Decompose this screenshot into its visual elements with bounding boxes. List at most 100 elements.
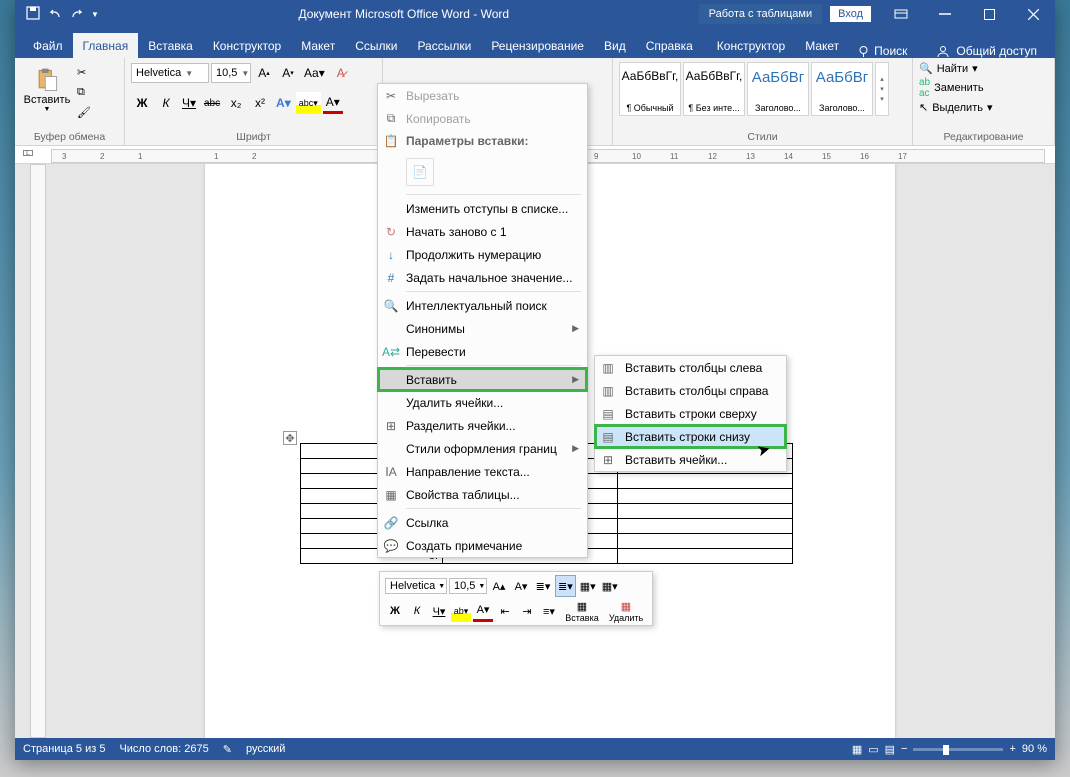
copy-icon[interactable]: ⧉ [77, 86, 95, 104]
subscript-button[interactable]: x₂ [225, 92, 247, 114]
tab-help[interactable]: Справка [636, 33, 703, 58]
mini-font-combo[interactable]: Helvetica▼ [385, 578, 447, 594]
tab-mailings[interactable]: Рассылки [407, 33, 481, 58]
style-normal[interactable]: АаБбВвГг,¶ Обычный [619, 62, 681, 116]
maximize-button[interactable] [967, 0, 1011, 28]
redo-icon[interactable] [69, 5, 85, 24]
print-layout-icon[interactable]: ▭ [868, 743, 878, 756]
text-effects-button[interactable]: A▾ [273, 92, 294, 114]
share-button[interactable]: Общий доступ [926, 44, 1047, 58]
zoom-slider[interactable] [913, 748, 1003, 751]
spellcheck-icon[interactable]: ✎ [223, 743, 232, 756]
vertical-ruler[interactable] [30, 164, 46, 738]
submenu-insert-cols-right[interactable]: ▥Вставить столбцы справа [595, 379, 786, 402]
menu-insert[interactable]: Вставить▶ [378, 368, 587, 391]
bold-button[interactable]: Ж [131, 92, 153, 114]
font-size-combo[interactable]: 10,5▼ [211, 63, 251, 83]
qat-dropdown-icon[interactable]: ▼ [91, 10, 99, 19]
login-button[interactable]: Вход [830, 6, 871, 22]
find-button[interactable]: 🔍Найти ▾ [919, 62, 993, 75]
submenu-insert-rows-above[interactable]: ▤Вставить строки сверху [595, 402, 786, 425]
underline-button[interactable]: Ч▾ [179, 92, 199, 114]
save-icon[interactable] [25, 5, 41, 24]
minimize-button[interactable] [923, 0, 967, 28]
mini-highlight[interactable]: ab▾ [451, 600, 471, 622]
font-color-button[interactable]: A▾ [323, 92, 343, 114]
change-case-button[interactable]: Aa▾ [301, 62, 328, 84]
menu-text-direction[interactable]: ⅠAНаправление текста... [378, 460, 587, 483]
menu-adjust-list-indents[interactable]: Изменить отступы в списке... [378, 197, 587, 220]
style-no-spacing[interactable]: АаБбВвГг,¶ Без инте... [683, 62, 745, 116]
tab-table-design[interactable]: Конструктор [707, 33, 795, 58]
menu-delete-cells[interactable]: Удалить ячейки... [378, 391, 587, 414]
tab-table-layout[interactable]: Макет [795, 33, 849, 58]
replace-button[interactable]: abacЗаменить [919, 77, 993, 99]
menu-border-styles[interactable]: Стили оформления границ▶ [378, 437, 587, 460]
menu-translate[interactable]: A⇄Перевести [378, 340, 587, 363]
font-name-combo[interactable]: Helvetica▼ [131, 63, 209, 83]
web-layout-icon[interactable]: ▤ [885, 743, 895, 756]
ribbon-display-icon[interactable] [879, 0, 923, 28]
page-status[interactable]: Страница 5 из 5 [23, 743, 105, 755]
menu-new-comment[interactable]: 💬Создать примечание [378, 534, 587, 557]
search-box[interactable]: Поиск [849, 44, 915, 58]
submenu-insert-cols-left[interactable]: ▥Вставить столбцы слева [595, 356, 786, 379]
superscript-button[interactable]: x² [249, 92, 271, 114]
mini-align[interactable]: ≡▾ [539, 600, 559, 622]
highlight-button[interactable]: abc▾ [296, 92, 321, 114]
italic-button[interactable]: К [155, 92, 177, 114]
mini-numbering[interactable]: ≣▾ [555, 575, 576, 597]
zoom-in-button[interactable]: + [1009, 743, 1015, 755]
menu-set-numbering-value[interactable]: #Задать начальное значение... [378, 266, 587, 289]
mini-indent-dec[interactable]: ⇤ [495, 600, 515, 622]
mini-table-icon[interactable]: ▦▾ [578, 575, 598, 597]
mini-italic[interactable]: К [407, 600, 427, 622]
tab-selector[interactable]: L [23, 150, 33, 156]
mini-table2-icon[interactable]: ▦▾ [600, 575, 620, 597]
strike-button[interactable]: abc [201, 92, 223, 114]
menu-continue-numbering[interactable]: ↓Продолжить нумерацию [378, 243, 587, 266]
menu-restart-at-1[interactable]: ↻Начать заново с 1 [378, 220, 587, 243]
styles-gallery[interactable]: АаБбВвГг,¶ Обычный АаБбВвГг,¶ Без инте..… [619, 62, 906, 116]
tab-insert[interactable]: Вставка [138, 33, 203, 58]
zoom-level[interactable]: 90 % [1022, 743, 1047, 755]
style-heading2[interactable]: АаБбВгЗаголово... [811, 62, 873, 116]
menu-synonyms[interactable]: Синонимы▶ [378, 317, 587, 340]
menu-smart-lookup[interactable]: 🔍Интеллектуальный поиск [378, 294, 587, 317]
clear-formatting-button[interactable]: A̷ [330, 62, 352, 84]
mini-insert-button[interactable]: ▦Вставка [561, 600, 603, 622]
mini-bold[interactable]: Ж [385, 600, 405, 622]
menu-link[interactable]: 🔗Ссылка [378, 511, 587, 534]
language-status[interactable]: русский [246, 743, 285, 755]
tab-design[interactable]: Конструктор [203, 33, 291, 58]
menu-table-properties[interactable]: ▦Свойства таблицы... [378, 483, 587, 506]
table-move-handle[interactable]: ✥ [283, 431, 297, 445]
tab-home[interactable]: Главная [73, 33, 139, 58]
read-mode-icon[interactable]: ▦ [852, 743, 862, 756]
mini-bullets[interactable]: ≣▾ [533, 575, 553, 597]
mini-underline[interactable]: Ч▾ [429, 600, 449, 622]
mini-shrink-font[interactable]: A▾ [511, 575, 531, 597]
format-painter-icon[interactable]: 🖌 [77, 106, 95, 124]
style-heading1[interactable]: АаБбВгЗаголово... [747, 62, 809, 116]
menu-split-cells[interactable]: ⊞Разделить ячейки... [378, 414, 587, 437]
styles-more-button[interactable]: ▴▾▾ [875, 62, 889, 116]
mini-size-combo[interactable]: 10,5▼ [449, 578, 487, 594]
paste-button[interactable]: Вставить ▼ [21, 62, 73, 113]
cut-icon[interactable]: ✂ [77, 66, 95, 84]
paste-keep-source-icon[interactable]: 📄 [406, 158, 434, 186]
select-button[interactable]: ↖Выделить ▾ [919, 101, 993, 114]
mini-font-color[interactable]: A▾ [473, 600, 493, 622]
mini-grow-font[interactable]: A▴ [489, 575, 509, 597]
mini-indent-inc[interactable]: ⇥ [517, 600, 537, 622]
tab-layout[interactable]: Макет [291, 33, 345, 58]
zoom-out-button[interactable]: − [901, 743, 907, 755]
undo-icon[interactable] [47, 5, 63, 24]
tab-file[interactable]: Файл [23, 33, 73, 58]
mini-delete-button[interactable]: ▦Удалить [605, 600, 647, 622]
tab-references[interactable]: Ссылки [345, 33, 407, 58]
tab-review[interactable]: Рецензирование [481, 33, 594, 58]
word-count[interactable]: Число слов: 2675 [119, 743, 208, 755]
shrink-font-button[interactable]: A▾ [277, 62, 299, 84]
grow-font-button[interactable]: A▴ [253, 62, 275, 84]
